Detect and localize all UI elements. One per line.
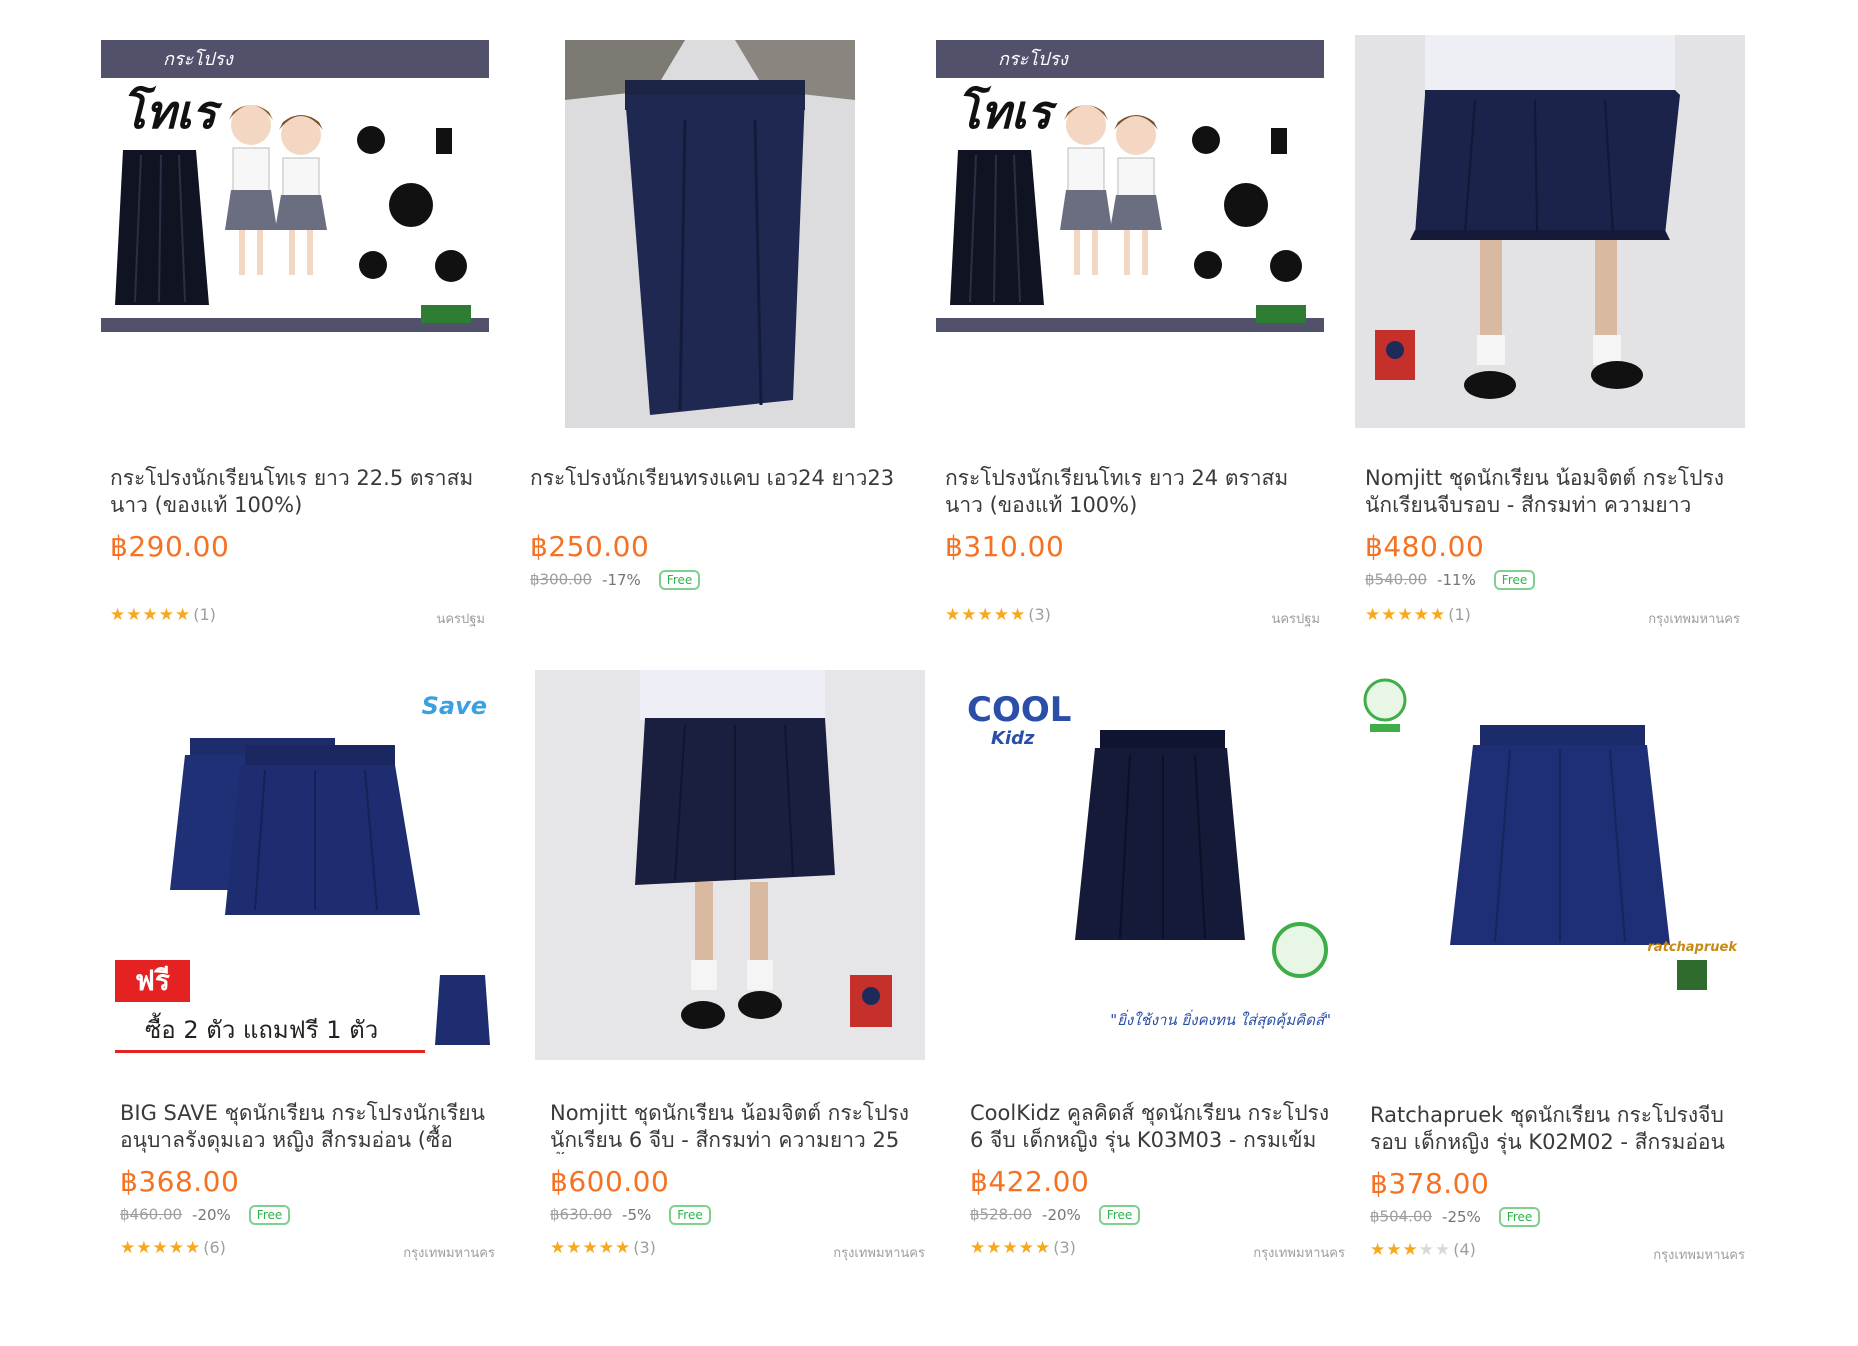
product-rating: ★★★★★ (3) <box>970 1238 1076 1258</box>
product-rating: ★★★★★ (4) <box>1370 1240 1476 1260</box>
rating-stars: ★★★ <box>1370 1240 1419 1260</box>
review-count: (3) <box>633 1238 656 1257</box>
skirt-photo <box>565 40 855 428</box>
product-title[interactable]: Nomjitt ชุดนักเรียน น้อมจิตต์ กระโปรงนัก… <box>1365 465 1735 519</box>
product-title[interactable]: กระโปรงนักเรียนโทเร ยาว 24 ตราสมนาว (ของ… <box>945 465 1315 519</box>
rating-stars: ★★★★★ <box>550 1238 632 1258</box>
original-price: ฿300.00 <box>530 570 593 589</box>
free-shipping-badge: Free <box>1498 1207 1541 1227</box>
product-image-2[interactable] <box>565 40 855 428</box>
skirt-photo <box>1355 35 1745 428</box>
ratchapruek-logo: ratchapruek <box>1647 940 1737 955</box>
skirt-illustration <box>950 105 1306 323</box>
product-image-1[interactable]: กระโปรง โทเร <box>101 40 489 332</box>
product-card-4[interactable]: Nomjitt ชุดนักเรียน น้อมจิตต์ กระโปรงนัก… <box>1350 30 1750 650</box>
product-rating: ★★★★★ (3) <box>550 1238 656 1258</box>
price-original: ฿540.00 -11% Free <box>1365 570 1536 590</box>
product-title[interactable]: CoolKidz คูลคิดส์ ชุดนักเรียน กระโปรง 6 … <box>970 1100 1340 1154</box>
seller-location: กรุงเทพมหานคร <box>403 1246 495 1261</box>
product-rating: ★★★★★ (1) <box>1365 605 1471 625</box>
product-card-8[interactable]: ratchapruek Ratchapruek ชุดนักเรียน กระโ… <box>1355 660 1755 1280</box>
product-image-7[interactable]: COOL Kidz "ยิ่งใช้งาน ยิ่งคงทน ใส่สุดคุ้… <box>955 670 1345 1060</box>
seller-location: กรุงเทพมหานคร <box>1253 1246 1345 1261</box>
review-count: (1) <box>193 605 216 624</box>
free-shipping-badge: Free <box>1493 570 1536 590</box>
product-title[interactable]: Ratchapruek ชุดนักเรียน กระโปรงจีบรอบ เด… <box>1370 1102 1740 1156</box>
price-original: ฿300.00 -17% Free <box>530 570 701 590</box>
review-count: (3) <box>1028 605 1051 624</box>
discount-percent: -5% <box>622 1205 652 1224</box>
product-card-5[interactable]: Save ฟรี ซื้อ 2 ตัว แถมฟรี 1 ตัว BIG SAV… <box>105 660 505 1280</box>
free-shipping-badge: Free <box>669 1205 711 1225</box>
free-shipping-badge: Free <box>658 570 701 590</box>
original-price: ฿504.00 <box>1370 1207 1433 1226</box>
product-title[interactable]: Nomjitt ชุดนักเรียน น้อมจิตต์ กระโปรงนัก… <box>550 1100 920 1154</box>
product-price: ฿480.00 <box>1365 530 1485 563</box>
product-title[interactable]: BIG SAVE ชุดนักเรียน กระโปรงนักเรียนอนุบ… <box>120 1100 490 1154</box>
seller-location: นครปฐม <box>436 612 485 627</box>
original-price: ฿528.00 <box>970 1205 1033 1224</box>
product-card-6[interactable]: Nomjitt ชุดนักเรียน น้อมจิตต์ กระโปรงนัก… <box>535 660 935 1280</box>
discount-percent: -20% <box>1042 1205 1081 1224</box>
review-count: (1) <box>1448 605 1471 624</box>
product-title[interactable]: กระโปรงนักเรียนโทเร ยาว 22.5 ตราสมนาว (ข… <box>110 465 480 519</box>
free-shipping-badge: Free <box>248 1205 291 1225</box>
product-card-7[interactable]: COOL Kidz "ยิ่งใช้งาน ยิ่งคงทน ใส่สุดคุ้… <box>955 660 1355 1280</box>
original-price: ฿630.00 <box>550 1205 613 1224</box>
rating-stars-empty: ★★ <box>1418 1240 1452 1260</box>
rating-stars: ★★★★★ <box>970 1238 1052 1258</box>
product-rating: ★★★★★ (3) <box>945 605 1051 625</box>
product-price: ฿600.00 <box>550 1165 670 1198</box>
review-count: (4) <box>1453 1240 1476 1259</box>
seller-location: นครปฐม <box>1271 612 1320 627</box>
product-price: ฿422.00 <box>970 1165 1090 1198</box>
product-rating: ★★★★★ (6) <box>120 1238 226 1258</box>
rating-stars: ★★★★★ <box>120 1238 202 1258</box>
discount-percent: -11% <box>1437 570 1476 589</box>
rating-stars: ★★★★★ <box>1365 605 1447 625</box>
product-price: ฿290.00 <box>110 530 230 563</box>
skirt-image <box>1075 730 1328 978</box>
slogan-text: "ยิ่งใช้งาน ยิ่งคงทน ใส่สุดคุ้มคิดส์" <box>1110 1011 1331 1029</box>
product-card-2[interactable]: กระโปรงนักเรียนทรงแคบ เอว24 ยาว23 ฿250.0… <box>515 30 915 650</box>
product-card-1[interactable]: กระโปรง โทเร กระโปรงนักเรียนโทเร ยาว 22.… <box>95 30 495 650</box>
seller-location: กรุงเทพมหานคร <box>833 1246 925 1261</box>
product-image-8[interactable]: ratchapruek <box>1355 670 1745 1060</box>
promo-underline <box>115 1050 425 1053</box>
review-count: (3) <box>1053 1238 1076 1257</box>
product-image-4[interactable] <box>1355 35 1745 428</box>
skirt-illustration <box>115 105 471 323</box>
discount-percent: -17% <box>602 570 641 589</box>
original-price: ฿540.00 <box>1365 570 1428 589</box>
promo-free-tag: ฟรี <box>115 960 190 1002</box>
seller-location: กรุงเทพมหานคร <box>1648 612 1740 627</box>
discount-percent: -25% <box>1442 1207 1481 1226</box>
product-image-5[interactable]: Save ฟรี ซื้อ 2 ตัว แถมฟรี 1 ตัว <box>115 670 495 1060</box>
price-original: ฿528.00 -20% Free <box>970 1205 1141 1225</box>
price-original: ฿630.00 -5% Free <box>550 1205 711 1225</box>
product-title[interactable]: กระโปรงนักเรียนทรงแคบ เอว24 ยาว23 <box>530 465 900 492</box>
product-price: ฿378.00 <box>1370 1167 1490 1200</box>
product-rating: ★★★★★ (1) <box>110 605 216 625</box>
promo-text: ซื้อ 2 ตัว แถมฟรี 1 ตัว <box>145 1016 379 1044</box>
original-price: ฿460.00 <box>120 1205 183 1224</box>
product-price: ฿310.00 <box>945 530 1065 563</box>
skirt-image <box>1363 678 1707 990</box>
product-price: ฿368.00 <box>120 1165 240 1198</box>
product-image-3[interactable]: กระโปรง โทเร <box>936 40 1324 332</box>
product-card-3[interactable]: กระโปรง โทเร กระโปรงนักเรียนโทเร ยาว 24 … <box>930 30 1330 650</box>
price-original: ฿504.00 -25% Free <box>1370 1207 1541 1227</box>
price-original: ฿460.00 -20% Free <box>120 1205 291 1225</box>
product-price: ฿250.00 <box>530 530 650 563</box>
discount-percent: -20% <box>192 1205 231 1224</box>
free-shipping-badge: Free <box>1098 1205 1141 1225</box>
rating-stars: ★★★★★ <box>110 605 192 625</box>
rating-stars: ★★★★★ <box>945 605 1027 625</box>
seller-location: กรุงเทพมหานคร <box>1653 1248 1745 1263</box>
skirt-photo <box>535 670 925 1060</box>
product-image-6[interactable] <box>535 670 925 1060</box>
review-count: (6) <box>203 1238 226 1257</box>
